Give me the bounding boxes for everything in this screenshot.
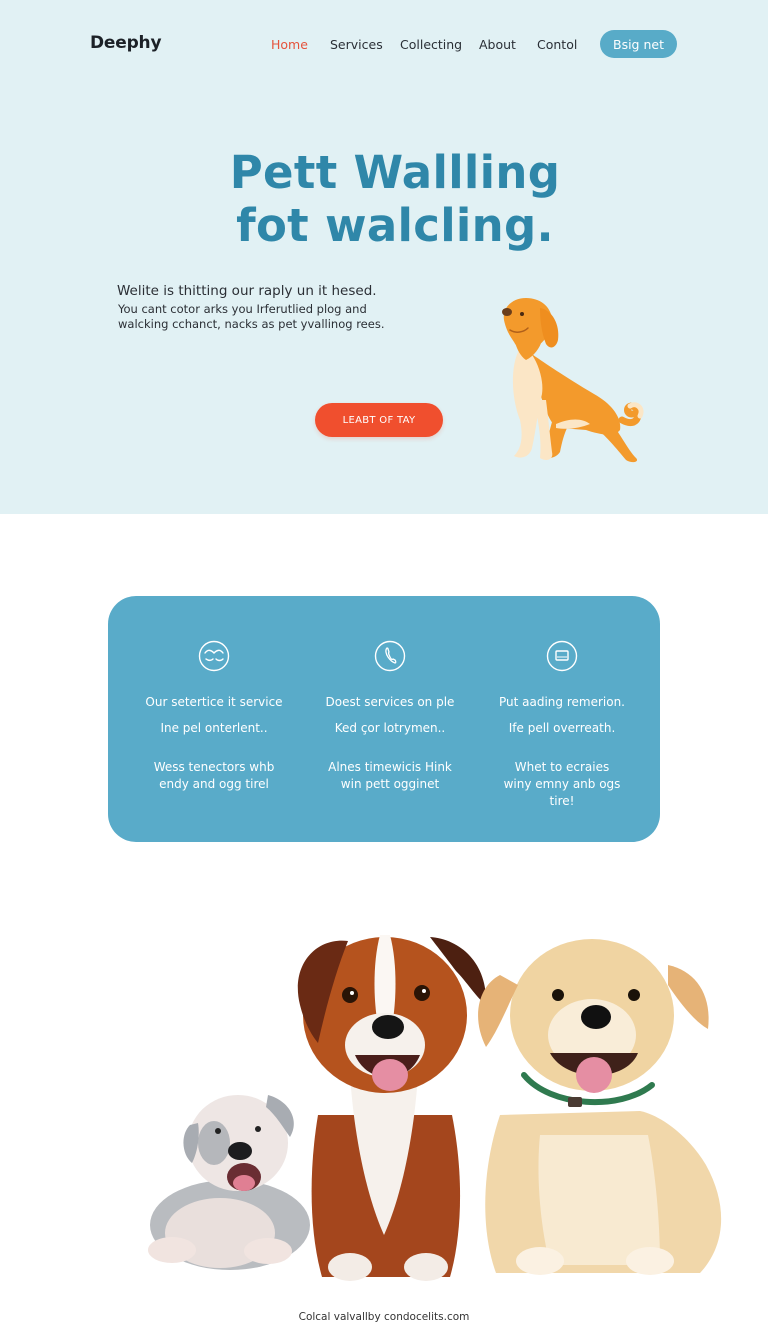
feature-title: Doest services on ple xyxy=(325,695,455,709)
hero-title-line-1: Pett Wallling xyxy=(229,146,561,199)
hero-title-line-2: fot walcling. xyxy=(236,199,554,252)
heart-waves-icon xyxy=(198,640,230,672)
nav-item-home[interactable]: Home xyxy=(271,37,308,52)
nav-item-about[interactable]: About xyxy=(479,37,516,52)
feature-subtitle: Ine pel onterlent.. xyxy=(160,721,268,735)
hero-title: Pett Wallling fot walcling. xyxy=(0,146,768,252)
nav-item-collecting[interactable]: Collecting xyxy=(400,37,462,52)
feature-title: Our setertice it service xyxy=(145,695,283,709)
feature-subtitle: Ife pell overreath. xyxy=(508,721,616,735)
feature-title: Put aading remerion. xyxy=(499,695,625,709)
brand-logo[interactable]: Deephy xyxy=(90,33,162,53)
orange-dog-illustration xyxy=(502,298,644,463)
feature-description: Alnes timewicis Hink win pett ogginet xyxy=(328,760,452,791)
features-card: Our setertice it service Ine pel onterle… xyxy=(108,596,660,842)
brown-dog xyxy=(297,935,487,1281)
golden-puppy xyxy=(478,939,722,1275)
grey-puppy xyxy=(148,1095,310,1270)
tablet-icon xyxy=(546,640,578,672)
sign-in-button[interactable]: Bsig net xyxy=(600,30,677,58)
hero-body: You cant cotor arks you Irferutlied plog… xyxy=(118,302,385,331)
hero-lead: Welite is thitting our raply un it hesed… xyxy=(117,283,377,299)
nav-item-services[interactable]: Services xyxy=(330,37,383,52)
learn-more-button[interactable]: LEABT OF TAY xyxy=(315,403,443,437)
hero-section: Deephy Home Services Collecting About Co… xyxy=(0,0,768,514)
feature-description: Whet to ecraies winy emny anb ogs tire! xyxy=(503,760,621,808)
feature-description: Wess tenectors whb endy and ogg tirel xyxy=(153,760,275,791)
feature-subtitle: Ked çor lotrymen.. xyxy=(334,721,446,735)
footer-credit[interactable]: Colcal valvallby condocelits.com xyxy=(0,1311,768,1323)
three-puppies-photo xyxy=(148,935,722,1281)
nav-item-contact[interactable]: Contol xyxy=(537,37,577,52)
phone-icon xyxy=(374,640,406,672)
